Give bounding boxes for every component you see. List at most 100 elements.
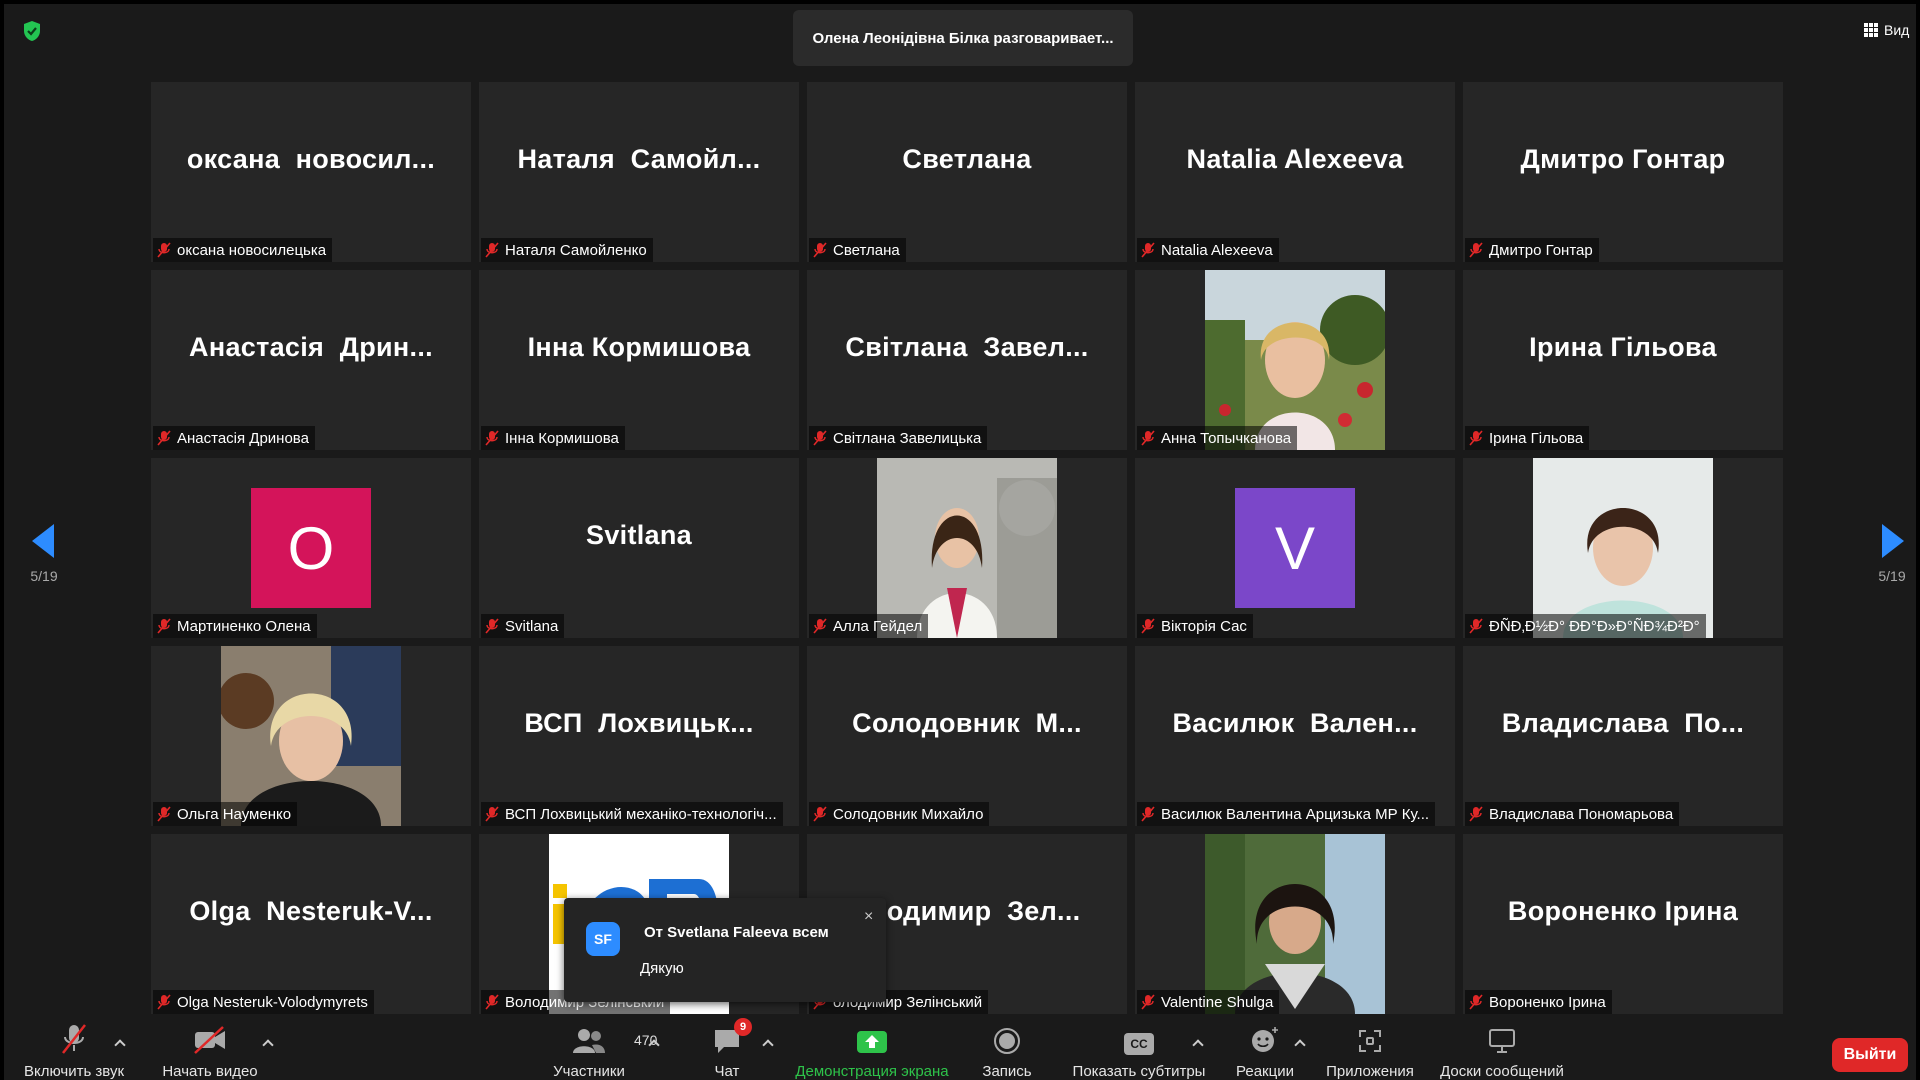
close-icon[interactable]: × — [864, 908, 873, 926]
participant-tile[interactable]: Natalia Alexeeva Natalia Alexeeva — [1135, 82, 1455, 262]
participant-name-label: Svitlana — [481, 614, 565, 638]
participant-name-label: Анастасія Дринова — [153, 426, 315, 450]
participant-name-label: Мартиненко Олена — [153, 614, 317, 638]
participant-tile[interactable]: Ольга Науменко — [151, 646, 471, 826]
participant-display-name: Солодовник М... — [852, 707, 1082, 738]
participant-tile[interactable]: Svitlana Svitlana — [479, 458, 799, 638]
video-options-caret[interactable] — [262, 1038, 274, 1048]
view-label: Вид — [1884, 22, 1910, 38]
participant-name-text: Алла Гейдел — [833, 617, 923, 635]
microphone-muted-icon — [1141, 242, 1155, 258]
audio-options-caret[interactable] — [114, 1038, 126, 1048]
participant-name-text: Анастасія Дринова — [177, 429, 309, 447]
start-video-button[interactable]: Начать видео — [154, 1016, 266, 1080]
participant-display-name: Svitlana — [586, 519, 692, 550]
participant-name-label: Olga Nesteruk-Volodymyrets — [153, 990, 374, 1014]
participant-name-label: Наталя Самойленко — [481, 238, 653, 262]
start-video-label: Начать видео — [162, 1063, 258, 1080]
captions-options-caret[interactable] — [1192, 1038, 1204, 1048]
whiteboards-button[interactable]: Доски сообщений — [1434, 1016, 1570, 1080]
participant-name-text: ĐÑĐ‚Đ½Đ° ĐĐ°Đ»Đ°ÑĐ¾Đ²Đ° — [1489, 617, 1700, 635]
arrow-right-icon — [1882, 524, 1904, 558]
security-shield-icon[interactable] — [22, 20, 42, 42]
participant-tile[interactable]: Владислава По... Владислава Пономарьова — [1463, 646, 1783, 826]
participant-name-label: Василюк Валентина Арцизька МР Ку... — [1137, 802, 1436, 826]
microphone-muted-icon — [1141, 806, 1155, 822]
participant-name-label: Ольга Науменко — [153, 802, 298, 826]
participant-tile[interactable]: Olga Nesteruk-V... Olga Nesteruk-Volodymy… — [151, 834, 471, 1014]
participant-display-name: Natalia Alexeeva — [1186, 143, 1404, 174]
participant-tile[interactable]: Алла Гейдел — [807, 458, 1127, 638]
share-screen-button[interactable]: Демонстрация экрана — [792, 1016, 952, 1080]
participant-name-text: оксана новосилецька — [177, 241, 327, 259]
participant-display-name: Наталя Самойл... — [517, 143, 761, 174]
chat-notification-toast[interactable]: SF От Svetlana Faleeva всем Дякую × — [564, 898, 886, 1002]
participant-name-label: Владислава Пономарьова — [1465, 802, 1680, 826]
record-button[interactable]: Запись — [980, 1016, 1034, 1080]
participant-tile[interactable]: Дмитро Гонтар Дмитро Гонтар — [1463, 82, 1783, 262]
whiteboard-icon — [1489, 1029, 1515, 1053]
leave-label: Выйти — [1843, 1046, 1897, 1063]
record-icon — [994, 1028, 1020, 1054]
participants-options-caret[interactable] — [648, 1038, 660, 1048]
participant-tile[interactable]: ĐÑĐ‚Đ½Đ° ĐĐ°Đ»Đ°ÑĐ¾Đ²Đ° — [1463, 458, 1783, 638]
participant-name-text: Ірина Гільова — [1489, 429, 1584, 447]
participant-display-name: Владислава По... — [1501, 707, 1745, 738]
participant-video — [221, 646, 401, 826]
participants-label: Участники — [553, 1063, 625, 1080]
reactions-button[interactable]: Реакции — [1234, 1016, 1296, 1080]
active-speaker-text: Олена Леонідівна Білка разговаривает... — [812, 29, 1114, 47]
show-captions-button[interactable]: CC Показать субтитры — [1070, 1016, 1208, 1080]
chat-unread-badge: 9 — [734, 1018, 752, 1036]
participant-display-name: Світлана Завел... — [845, 331, 1089, 362]
participant-tile[interactable]: Василюк Вален... Василюк Валентина Арцизь… — [1135, 646, 1455, 826]
apps-icon — [1359, 1030, 1381, 1052]
participant-tile[interactable]: O Мартиненко Олена — [151, 458, 471, 638]
zoom-meeting-window: Олена Леонідівна Білка разговаривает... … — [4, 4, 1916, 1080]
participant-tile[interactable]: Анна Топычканова — [1135, 270, 1455, 450]
participant-display-name: Інна Кормишова — [527, 331, 751, 362]
apps-button[interactable]: Приложения — [1322, 1016, 1418, 1080]
record-label: Запись — [982, 1063, 1032, 1080]
microphone-muted-icon — [157, 994, 171, 1010]
participant-tile[interactable]: Анастасія Дрин... Анастасія Дринова — [151, 270, 471, 450]
participant-name-label: ВСП Лохвицький механіко-технологіч... — [481, 802, 783, 826]
participant-name-label: Natalia Alexeeva — [1137, 238, 1279, 262]
leave-meeting-button[interactable]: Выйти — [1832, 1038, 1908, 1072]
participant-video — [877, 458, 1057, 638]
microphone-muted-icon — [485, 242, 499, 258]
whiteboards-label: Доски сообщений — [1440, 1063, 1564, 1080]
participant-display-name: Василюк Вален... — [1172, 707, 1418, 738]
chat-button[interactable]: 9 Чат — [704, 1016, 752, 1080]
chat-options-caret[interactable] — [762, 1038, 774, 1048]
previous-page-button[interactable]: 5/19 — [24, 524, 64, 584]
view-button[interactable]: Вид — [1864, 22, 1909, 38]
reactions-options-caret[interactable] — [1294, 1038, 1306, 1048]
participant-name-text: Інна Кормишова — [505, 429, 619, 447]
microphone-muted-icon — [1141, 618, 1155, 634]
participant-name-label: Дмитро Гонтар — [1465, 238, 1599, 262]
participant-tile[interactable]: Солодовник М... Солодовник Михайло — [807, 646, 1127, 826]
participant-name-text: Солодовник Михайло — [833, 805, 984, 823]
participant-name-text: ВСП Лохвицький механіко-технологіч... — [505, 805, 777, 823]
next-page-button[interactable]: 5/19 — [1872, 524, 1912, 584]
participant-tile[interactable]: оксана новосил... оксана новосилецька — [151, 82, 471, 262]
participant-tile[interactable]: ВСП Лохвицьк... ВСП Лохвицький механіко-т… — [479, 646, 799, 826]
participant-name-text: Дмитро Гонтар — [1489, 241, 1593, 259]
microphone-muted-icon — [813, 430, 827, 446]
microphone-muted-icon — [157, 806, 171, 822]
unmute-button[interactable]: Включить звук — [16, 1016, 132, 1080]
participant-tile[interactable]: Светлана Светлана — [807, 82, 1127, 262]
participant-tile[interactable]: Світлана Завел... Світлана Завелицька — [807, 270, 1127, 450]
participant-tile[interactable]: Valentine Shulga — [1135, 834, 1455, 1014]
microphone-muted-icon — [1469, 430, 1483, 446]
microphone-muted-icon — [157, 618, 171, 634]
participant-tile[interactable]: V Вікторія Сас — [1135, 458, 1455, 638]
participant-tile[interactable]: Наталя Самойл... Наталя Самойленко — [479, 82, 799, 262]
participant-name-label: Ірина Гільова — [1465, 426, 1590, 450]
participant-tile[interactable]: Ірина Гільова Ірина Гільова — [1463, 270, 1783, 450]
chat-sender-line: От Svetlana Faleeva всем — [644, 924, 829, 941]
participants-button[interactable]: 470 Участники — [548, 1016, 657, 1080]
participant-tile[interactable]: Вороненко Ірина Вороненко Ірина — [1463, 834, 1783, 1014]
participant-tile[interactable]: Інна Кормишова Інна Кормишова — [479, 270, 799, 450]
